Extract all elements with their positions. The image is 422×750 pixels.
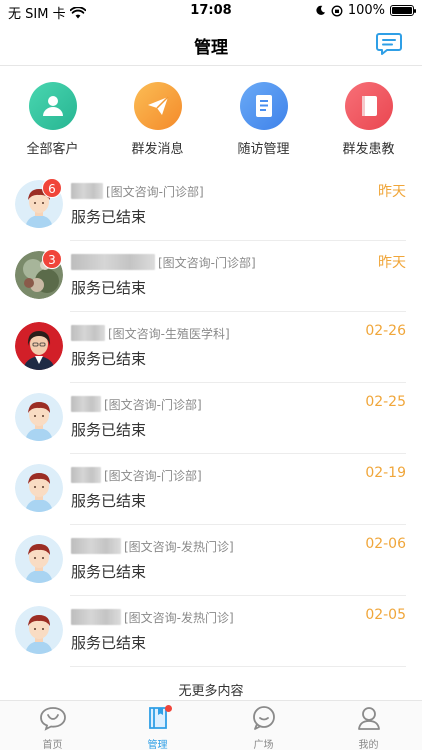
list-item[interactable]: [图文咨询-生殖医学科] 服务已结束 02-26 — [0, 312, 422, 383]
row-title: [图文咨询-门诊部] — [71, 182, 204, 200]
moon-icon — [316, 5, 325, 15]
consult-tag: [图文咨询-发热门诊] — [124, 610, 234, 625]
consult-tag: [图文咨询-门诊部] — [104, 468, 202, 483]
list-item[interactable]: [图文咨询-门诊部] 服务已结束 02-25 — [0, 383, 422, 454]
avatar — [15, 606, 63, 654]
follow-up-label: 随访管理 — [237, 142, 290, 157]
unread-badge: 3 — [42, 249, 62, 269]
users-icon — [28, 82, 77, 130]
status-bar: 无 SIM 卡 17:08 100% — [0, 0, 422, 22]
timestamp: 02-26 — [365, 323, 406, 339]
timestamp: 02-19 — [365, 465, 406, 481]
tab-manage[interactable]: 管理 — [105, 705, 210, 750]
list-item[interactable]: [图文咨询-发热门诊] 服务已结束 02-05 — [0, 596, 422, 667]
redacted-name — [71, 254, 155, 270]
timestamp: 02-25 — [365, 394, 406, 410]
consult-tag: [图文咨询-生殖医学科] — [108, 326, 230, 341]
notification-dot — [165, 705, 172, 712]
no-more-content: 无更多内容 — [178, 684, 244, 699]
tab-square[interactable]: 广场 — [211, 705, 316, 750]
tab-mine[interactable]: 我的 — [316, 705, 421, 750]
consult-tag: [图文咨询-门诊部] — [104, 397, 202, 412]
row-title: [图文咨询-生殖医学科] — [71, 324, 230, 342]
redacted-name — [71, 325, 105, 341]
redacted-name — [71, 467, 101, 483]
row-title: [图文咨询-发热门诊] — [71, 537, 234, 555]
message-icon — [376, 33, 402, 55]
status-right: 100% — [315, 3, 416, 18]
redacted-name — [71, 609, 121, 625]
battery-icon — [390, 5, 416, 16]
tab-mine-label: 我的 — [358, 740, 379, 750]
user-icon — [357, 707, 380, 730]
nav-bar: 管理 — [0, 22, 422, 66]
all-customers-button[interactable]: 全部客户 — [0, 82, 105, 157]
messages-button[interactable] — [376, 32, 402, 56]
list-item[interactable]: 3 [图文咨询-门诊部] 服务已结束 昨天 — [0, 241, 422, 312]
list-item[interactable]: 6 [图文咨询-门诊部] 服务已结束 昨天 — [0, 170, 422, 241]
follow-up-button[interactable]: 随访管理 — [211, 82, 316, 157]
avatar — [15, 393, 63, 441]
tab-home-label: 首页 — [42, 740, 63, 750]
mass-message-label: 群发消息 — [131, 142, 184, 157]
last-message: 服务已结束 — [71, 563, 147, 581]
timestamp: 02-06 — [365, 536, 406, 552]
page-title: 管理 — [194, 38, 228, 58]
tab-home[interactable]: 首页 — [0, 705, 105, 750]
tab-manage-label: 管理 — [147, 740, 168, 750]
heart-bubble-icon — [39, 707, 66, 731]
mass-message-button[interactable]: 群发消息 — [105, 82, 210, 157]
timestamp: 昨天 — [378, 255, 406, 271]
patient-education-label: 群发患教 — [342, 142, 395, 157]
tab-bar: 首页 管理 广场 我的 — [0, 700, 422, 750]
all-customers-label: 全部客户 — [26, 142, 79, 157]
row-title: [图文咨询-门诊部] — [71, 253, 256, 271]
paper-plane-icon — [133, 82, 182, 130]
redacted-name — [71, 538, 121, 554]
consult-tag: [图文咨询-发热门诊] — [124, 539, 234, 554]
chat-icon — [252, 706, 275, 730]
book-icon — [344, 82, 393, 130]
row-title: [图文咨询-发热门诊] — [71, 608, 234, 626]
patient-education-button[interactable]: 群发患教 — [316, 82, 421, 157]
timestamp: 昨天 — [378, 184, 406, 200]
last-message: 服务已结束 — [71, 350, 147, 368]
list-item[interactable]: [图文咨询-发热门诊] 服务已结束 02-06 — [0, 525, 422, 596]
timestamp: 02-05 — [365, 607, 406, 623]
list-item[interactable]: [图文咨询-门诊部] 服务已结束 02-19 — [0, 454, 422, 525]
row-title: [图文咨询-门诊部] — [71, 395, 202, 413]
avatar — [15, 535, 63, 583]
unread-badge: 6 — [42, 178, 62, 198]
avatar — [15, 464, 63, 512]
consult-tag: [图文咨询-门诊部] — [158, 255, 256, 270]
redacted-name — [71, 183, 103, 199]
battery-percent: 100% — [347, 3, 385, 18]
redacted-name — [71, 396, 101, 412]
row-title: [图文咨询-门诊部] — [71, 466, 202, 484]
last-message: 服务已结束 — [71, 421, 147, 439]
orientation-lock-icon — [331, 5, 343, 16]
last-message: 服务已结束 — [71, 208, 147, 226]
document-icon — [239, 82, 288, 130]
avatar — [15, 322, 63, 370]
last-message: 服务已结束 — [71, 634, 147, 652]
last-message: 服务已结束 — [71, 279, 147, 297]
last-message: 服务已结束 — [71, 492, 147, 510]
tab-square-label: 广场 — [253, 740, 274, 750]
divider — [70, 666, 406, 667]
quick-actions: 全部客户 群发消息 随访管理 群发患教 — [0, 66, 422, 170]
consult-tag: [图文咨询-门诊部] — [106, 184, 204, 199]
